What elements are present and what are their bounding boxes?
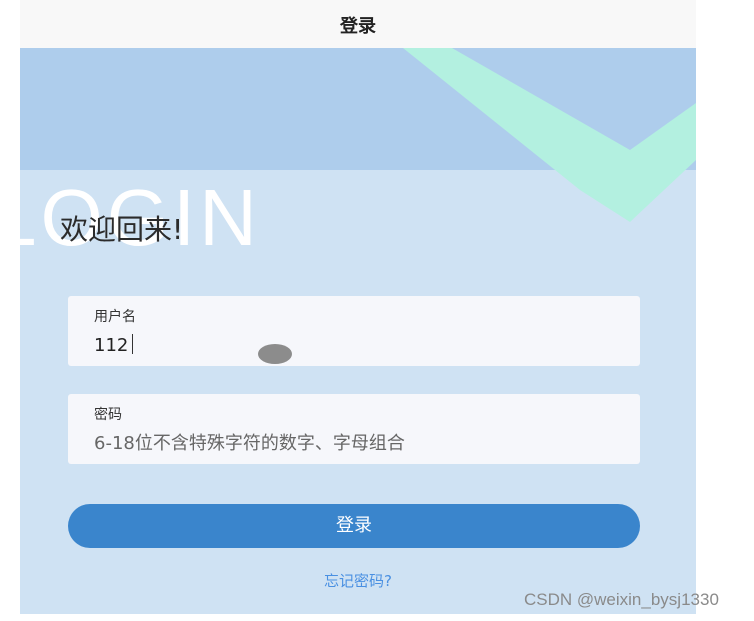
username-label: 用户名 bbox=[94, 309, 136, 325]
forgot-password-link[interactable]: 忘记密码? bbox=[20, 570, 696, 591]
password-input[interactable] bbox=[94, 430, 614, 456]
login-button[interactable]: 登录 bbox=[68, 504, 640, 548]
welcome-heading: 欢迎回来! bbox=[60, 213, 184, 246]
password-label: 密码 bbox=[94, 407, 122, 423]
text-cursor bbox=[132, 334, 133, 354]
watermark: CSDN @weixin_bysj1330 bbox=[524, 590, 719, 609]
page-title: 登录 bbox=[340, 16, 376, 37]
username-field[interactable]: 用户名 bbox=[68, 296, 640, 366]
touch-indicator bbox=[258, 344, 292, 364]
password-field[interactable]: 密码 bbox=[68, 394, 640, 464]
username-input[interactable] bbox=[94, 332, 614, 358]
login-screen: 登录 LOGIN 欢迎回来! 用户名 密码 登录 忘记密码? bbox=[20, 0, 696, 614]
nav-bar: 登录 bbox=[20, 0, 696, 48]
